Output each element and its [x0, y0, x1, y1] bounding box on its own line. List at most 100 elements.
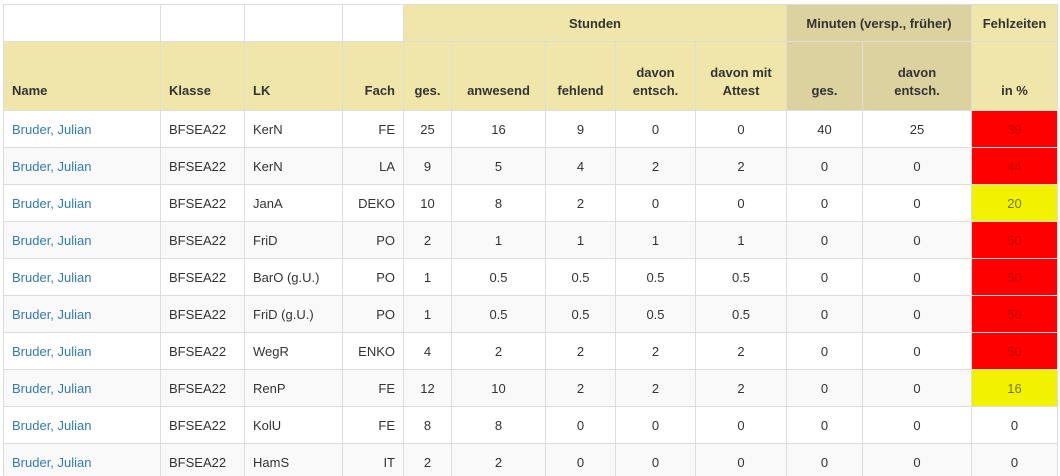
cell-fehlzeiten-prozent: 50 — [971, 258, 1059, 296]
cell-name: Bruder, Julian — [3, 258, 161, 296]
cell-fehlend: 1 — [545, 221, 616, 259]
student-name-link[interactable]: Bruder, Julian — [12, 196, 92, 211]
cell-anwesend: 2 — [451, 443, 546, 476]
student-name-link[interactable]: Bruder, Julian — [12, 344, 92, 359]
table-row: Bruder, Julian BFSEA22 KerN FE 25 16 9 0… — [3, 110, 1059, 148]
cell-min-entsch: 25 — [862, 110, 973, 148]
col-header-lk[interactable]: LK — [244, 41, 343, 111]
cell-fehlzeiten-prozent: 50 — [971, 295, 1059, 333]
cell-anwesend: 10 — [451, 369, 546, 407]
col-header-fach[interactable]: Fach — [342, 41, 404, 111]
col-header-std-ges[interactable]: ges. — [403, 41, 452, 111]
cell-fach: FE — [342, 406, 404, 444]
col-header-min-entsch-text: davon entsch. — [894, 65, 940, 98]
cell-min-ges: 0 — [786, 184, 864, 222]
cell-fehlzeiten-prozent: 50 — [971, 221, 1059, 259]
cell-fach: PO — [342, 295, 404, 333]
student-name-link[interactable]: Bruder, Julian — [12, 233, 92, 248]
attendance-report: Stunden Minuten (versp., früher) Fehlzei… — [0, 0, 1060, 476]
cell-anwesend: 5 — [451, 147, 546, 185]
cell-min-entsch: 0 — [862, 184, 973, 222]
cell-anwesend: 0.5 — [451, 258, 546, 296]
cell-min-ges: 0 — [786, 369, 864, 407]
cell-klasse: BFSEA22 — [160, 295, 245, 333]
cell-name: Bruder, Julian — [3, 184, 161, 222]
col-header-fehlend[interactable]: fehlend — [545, 41, 616, 111]
cell-fach: PO — [342, 258, 404, 296]
col-header-davon-attest-text: davon mit Attest — [710, 65, 772, 98]
cell-fehlend: 0.5 — [545, 295, 616, 333]
cell-lk: KerN — [244, 147, 343, 185]
table-row: Bruder, Julian BFSEA22 WegR ENKO 4 2 2 2… — [3, 332, 1059, 370]
table-row: Bruder, Julian BFSEA22 FriD PO 2 1 1 1 1… — [3, 221, 1059, 259]
col-header-klasse[interactable]: Klasse — [160, 41, 245, 111]
cell-davon-attest: 0 — [694, 184, 788, 222]
student-name-link[interactable]: Bruder, Julian — [12, 159, 92, 174]
col-header-min-ges[interactable]: ges. — [786, 41, 864, 111]
cell-fehlzeiten-prozent: 16 — [971, 369, 1059, 407]
student-name-link[interactable]: Bruder, Julian — [12, 122, 92, 137]
cell-min-ges: 0 — [786, 406, 864, 444]
cell-min-entsch: 0 — [862, 332, 973, 370]
student-name-link[interactable]: Bruder, Julian — [12, 455, 92, 470]
table-row: Bruder, Julian BFSEA22 JanA DEKO 10 8 2 … — [3, 184, 1059, 222]
cell-std-ges: 25 — [403, 110, 452, 148]
cell-klasse: BFSEA22 — [160, 184, 245, 222]
cell-name: Bruder, Julian — [3, 332, 161, 370]
cell-min-entsch: 0 — [862, 147, 973, 185]
cell-std-ges: 2 — [403, 221, 452, 259]
student-name-link[interactable]: Bruder, Julian — [12, 270, 92, 285]
cell-lk: JanA — [244, 184, 343, 222]
col-header-anwesend[interactable]: anwesend — [451, 41, 546, 111]
cell-fehlzeiten-prozent: 39 — [971, 110, 1059, 148]
student-name-link[interactable]: Bruder, Julian — [12, 381, 92, 396]
cell-min-entsch: 0 — [862, 406, 973, 444]
student-name-link[interactable]: Bruder, Julian — [12, 418, 92, 433]
cell-min-entsch: 0 — [862, 295, 973, 333]
cell-std-ges: 8 — [403, 406, 452, 444]
col-header-davon-attest[interactable]: davon mit Attest — [694, 41, 788, 111]
cell-std-ges: 12 — [403, 369, 452, 407]
table-row: Bruder, Julian BFSEA22 HamS IT 2 2 0 0 0… — [3, 443, 1059, 476]
table-row: Bruder, Julian BFSEA22 KolU FE 8 8 0 0 0… — [3, 406, 1059, 444]
student-name-link[interactable]: Bruder, Julian — [12, 307, 92, 322]
cell-klasse: BFSEA22 — [160, 443, 245, 476]
cell-min-ges: 40 — [786, 110, 864, 148]
cell-anwesend: 1 — [451, 221, 546, 259]
cell-davon-attest: 0.5 — [694, 258, 788, 296]
cell-davon-entsch: 2 — [615, 147, 696, 185]
col-header-in-prozent[interactable]: in % — [971, 41, 1059, 111]
cell-fehlend: 4 — [545, 147, 616, 185]
cell-name: Bruder, Julian — [3, 295, 161, 333]
cell-name: Bruder, Julian — [3, 443, 161, 476]
cell-fehlend: 2 — [545, 369, 616, 407]
col-header-davon-entsch-text: davon entsch. — [632, 65, 679, 98]
cell-fehlend: 2 — [545, 184, 616, 222]
cell-lk: HamS — [244, 443, 343, 476]
header-blank-klasse — [160, 4, 245, 42]
cell-fehlzeiten-prozent: 0 — [971, 406, 1059, 444]
cell-min-ges: 0 — [786, 443, 864, 476]
cell-klasse: BFSEA22 — [160, 147, 245, 185]
table-row: Bruder, Julian BFSEA22 KerN LA 9 5 4 2 2… — [3, 147, 1059, 185]
cell-std-ges: 1 — [403, 258, 452, 296]
cell-name: Bruder, Julian — [3, 110, 161, 148]
cell-lk: FriD — [244, 221, 343, 259]
cell-fach: IT — [342, 443, 404, 476]
col-header-davon-entsch[interactable]: davon entsch. — [615, 41, 696, 111]
cell-name: Bruder, Julian — [3, 406, 161, 444]
col-header-name[interactable]: Name — [3, 41, 161, 111]
cell-std-ges: 2 — [403, 443, 452, 476]
cell-davon-entsch: 2 — [615, 332, 696, 370]
header-group-minuten: Minuten (versp., früher) — [786, 4, 973, 42]
cell-davon-entsch: 0 — [615, 110, 696, 148]
cell-fach: DEKO — [342, 184, 404, 222]
cell-klasse: BFSEA22 — [160, 258, 245, 296]
cell-min-ges: 0 — [786, 332, 864, 370]
col-header-min-entsch[interactable]: davon entsch. — [862, 41, 973, 111]
cell-davon-attest: 0 — [694, 443, 788, 476]
cell-davon-entsch: 0 — [615, 406, 696, 444]
cell-anwesend: 16 — [451, 110, 546, 148]
cell-lk: KerN — [244, 110, 343, 148]
cell-davon-entsch: 1 — [615, 221, 696, 259]
